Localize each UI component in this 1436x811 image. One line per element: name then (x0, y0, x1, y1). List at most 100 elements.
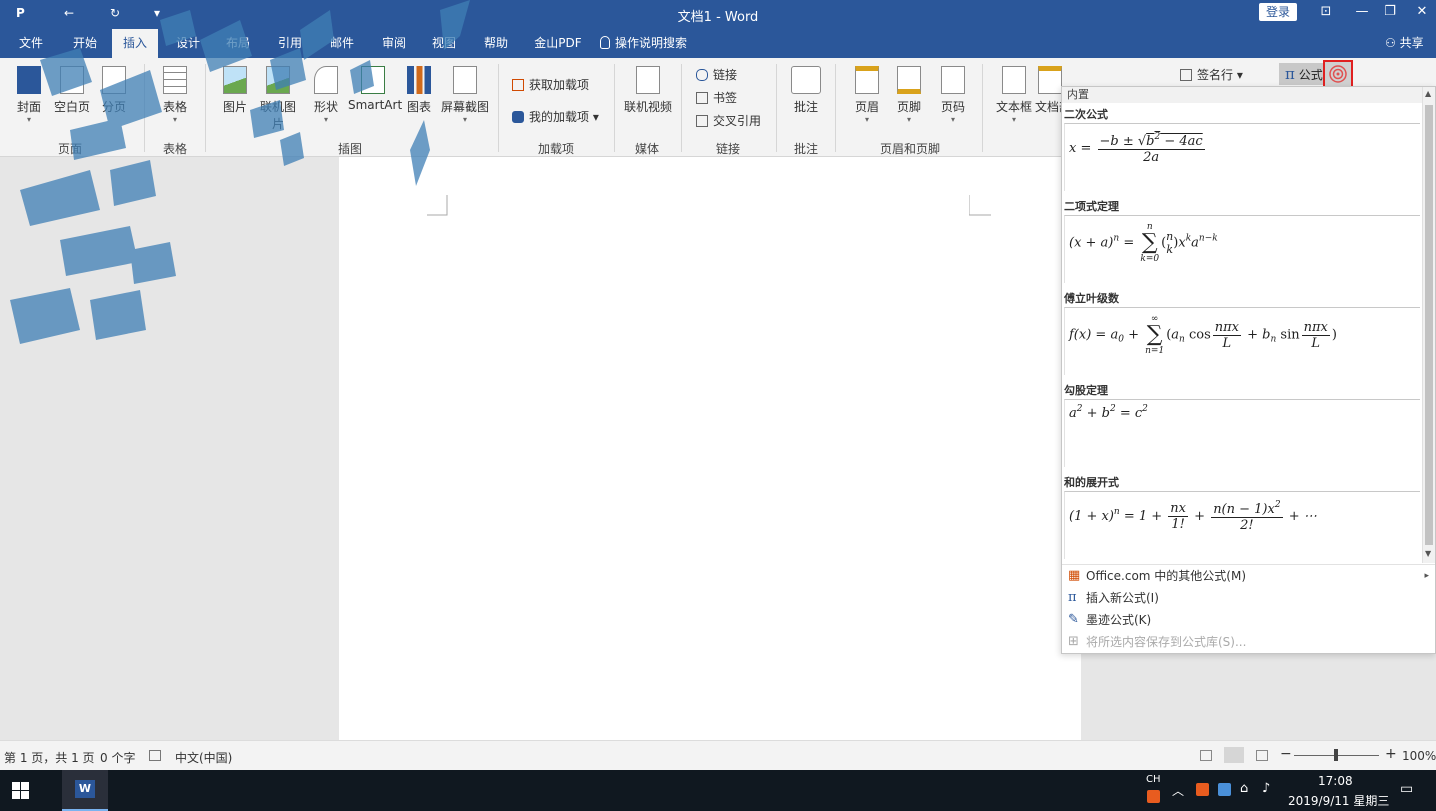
textbox-button[interactable]: 文本框 ▾ (994, 66, 1034, 124)
ime-indicator[interactable]: CH (1146, 774, 1161, 785)
window-title: 文档1 - Word (677, 10, 759, 25)
zoom-out-button[interactable]: − (1280, 746, 1292, 762)
maximize-button[interactable]: ❐ (1380, 4, 1400, 22)
shapes-button[interactable]: 形状 ▾ (310, 66, 342, 124)
tab-layout[interactable]: 布局 (218, 29, 258, 58)
equation-button[interactable]: π 公式 (1279, 63, 1327, 85)
read-mode-icon[interactable] (1200, 750, 1212, 761)
chart-button[interactable]: 图表 (404, 66, 434, 115)
bookmark-button[interactable]: 书签 (696, 89, 737, 106)
online-pictures-label: 联机图片 (259, 100, 296, 131)
tab-insert[interactable]: 插入 (112, 29, 158, 58)
menu-ink-equation[interactable]: ✎ 墨迹公式(K) (1062, 609, 1435, 631)
equation-binomial[interactable]: (x + a)n = n ∑ k=0(n k)xkan−k (1064, 215, 1420, 283)
show-hidden-icons-button[interactable]: ︿ (1172, 782, 1184, 799)
action-center-icon[interactable]: ▭ (1400, 781, 1413, 797)
footer-button[interactable]: 页脚 ▾ (892, 66, 926, 124)
gallery-scroll-thumb[interactable] (1425, 105, 1433, 545)
ribbon-display-options-icon[interactable]: ⊡ (1316, 4, 1336, 22)
tell-me-search[interactable]: 操作说明搜索 (600, 29, 687, 58)
language-indicator[interactable]: 中文(中国) (175, 749, 232, 766)
signature-line-button[interactable]: 签名行 ▾ (1180, 66, 1243, 83)
tab-review[interactable]: 审阅 (374, 29, 414, 58)
tray-cloud-icon[interactable] (1218, 783, 1231, 796)
volume-icon[interactable]: ♪ (1262, 781, 1270, 796)
table-button[interactable]: 表格 ▾ (158, 66, 192, 124)
zoom-level[interactable]: 100% (1402, 749, 1436, 763)
lightbulb-icon (600, 36, 610, 49)
tray-app-icon[interactable] (1196, 783, 1209, 796)
equation-sum-expansion[interactable]: (1 + x)n = 1 + nx 1! + n(n − 1)x2 2! + ⋯ (1064, 491, 1420, 559)
clock-date[interactable]: 2019/9/11 星期三 (1288, 792, 1389, 809)
gallery-section-header: 内置 (1062, 87, 1422, 103)
get-addins-button[interactable]: 获取加载项 (512, 76, 589, 93)
bookmark-icon (696, 92, 708, 104)
share-button[interactable]: ⚇ 共享 (1385, 29, 1424, 58)
print-layout-icon[interactable] (1224, 747, 1244, 763)
taskbar-word-app[interactable]: W (62, 770, 108, 811)
page-number-button[interactable]: 页码 ▾ (936, 66, 970, 124)
page-count[interactable]: 第 1 页，共 1 页 (4, 749, 95, 766)
eq-title-fourier: 傅立叶级数 (1064, 292, 1119, 305)
scroll-down-icon[interactable]: ▼ (1425, 549, 1431, 558)
online-video-button[interactable]: 联机视频 (624, 66, 672, 115)
smartart-button[interactable]: SmartArt (348, 66, 402, 112)
tab-file[interactable]: 文件 (14, 29, 48, 58)
page-number-label: 页码 (940, 100, 965, 114)
document-page[interactable] (339, 157, 1081, 740)
online-pictures-button[interactable]: 联机图片 (256, 66, 300, 132)
table-label: 表格 (162, 100, 187, 114)
word-count[interactable]: 0 个字 (100, 749, 135, 766)
scroll-up-icon[interactable]: ▲ (1425, 89, 1431, 98)
comment-label: 批注 (793, 100, 818, 114)
pictures-button[interactable]: 图片 (218, 66, 252, 115)
tab-design[interactable]: 设计 (168, 29, 208, 58)
signature-label: 签名行 (1197, 68, 1234, 82)
equation-dropdown-button[interactable] (1323, 60, 1353, 88)
web-layout-icon[interactable] (1256, 750, 1268, 761)
tab-references[interactable]: 引用 (270, 29, 310, 58)
textbox-label: 文本框 (995, 100, 1032, 114)
textbox-icon (1002, 66, 1026, 94)
network-icon[interactable]: ⌂ (1240, 781, 1248, 796)
menu-more-equations-office[interactable]: ▦ Office.com 中的其他公式(M) ▸ (1062, 565, 1435, 587)
shapes-icon (314, 66, 338, 94)
blank-page-button[interactable]: 空白页 (52, 66, 92, 115)
menu-insert-new-equation[interactable]: π 插入新公式(I) (1062, 587, 1435, 609)
equation-fourier[interactable]: f(x) = a0 + ∞ ∑ n=1 (an cos nπx L + bn sin nπx… (1064, 307, 1420, 375)
close-button[interactable]: ✕ (1412, 4, 1432, 22)
minimize-button[interactable]: — (1352, 4, 1372, 22)
tab-mailings[interactable]: 邮件 (322, 29, 362, 58)
equation-gallery: 内置 二次公式 x = −b ± √b2 − 4ac 2a 二项式定理 (x + … (1061, 86, 1436, 654)
proofing-icon[interactable] (149, 750, 161, 761)
header-button[interactable]: 页眉 ▾ (850, 66, 884, 124)
cross-reference-button[interactable]: 交叉引用 (696, 112, 761, 129)
tab-kingsoft-pdf[interactable]: 金山PDF (530, 29, 586, 58)
equation-pythagorean[interactable]: a2 + b2 = c2 (1064, 399, 1420, 467)
zoom-in-button[interactable]: + (1385, 746, 1397, 762)
equation-quadratic[interactable]: x = −b ± √b2 − 4ac 2a (1064, 123, 1420, 191)
windows-taskbar: W CH ︿ ⌂ ♪ 17:08 2019/9/11 星期三 ▭ (0, 770, 1436, 811)
link-button[interactable]: 链接 (696, 66, 737, 83)
screenshot-button[interactable]: 屏幕截图 ▾ (440, 66, 490, 124)
title-bar: P ← ↻ ▾ 文档1 - Word 登录 ⊡ — ❐ ✕ (0, 0, 1436, 29)
tab-view[interactable]: 视图 (424, 29, 464, 58)
page-break-label: 分页 (101, 100, 126, 114)
sogou-input-icon[interactable] (1147, 790, 1160, 803)
clock-time[interactable]: 17:08 (1318, 774, 1353, 788)
my-addins-label: 我的加载项 (529, 110, 590, 124)
login-button[interactable]: 登录 (1259, 3, 1297, 21)
page-break-button[interactable]: 分页 (98, 66, 130, 115)
comment-button[interactable]: 批注 (788, 66, 824, 115)
tab-home[interactable]: 开始 (64, 29, 106, 58)
gallery-scrollbar[interactable]: ▲ ▼ (1422, 87, 1435, 563)
zoom-slider-thumb[interactable] (1334, 749, 1338, 761)
my-addins-button[interactable]: 我的加载项 ▾ (512, 108, 599, 125)
picture-icon (223, 66, 247, 94)
tab-help[interactable]: 帮助 (476, 29, 516, 58)
equation-label: 公式 (1298, 68, 1323, 82)
margin-corner-top-right (969, 195, 991, 216)
cross-reference-label: 交叉引用 (713, 114, 762, 128)
windows-start-icon[interactable] (12, 782, 29, 799)
cover-page-button[interactable]: 封面 ▾ (12, 66, 46, 124)
